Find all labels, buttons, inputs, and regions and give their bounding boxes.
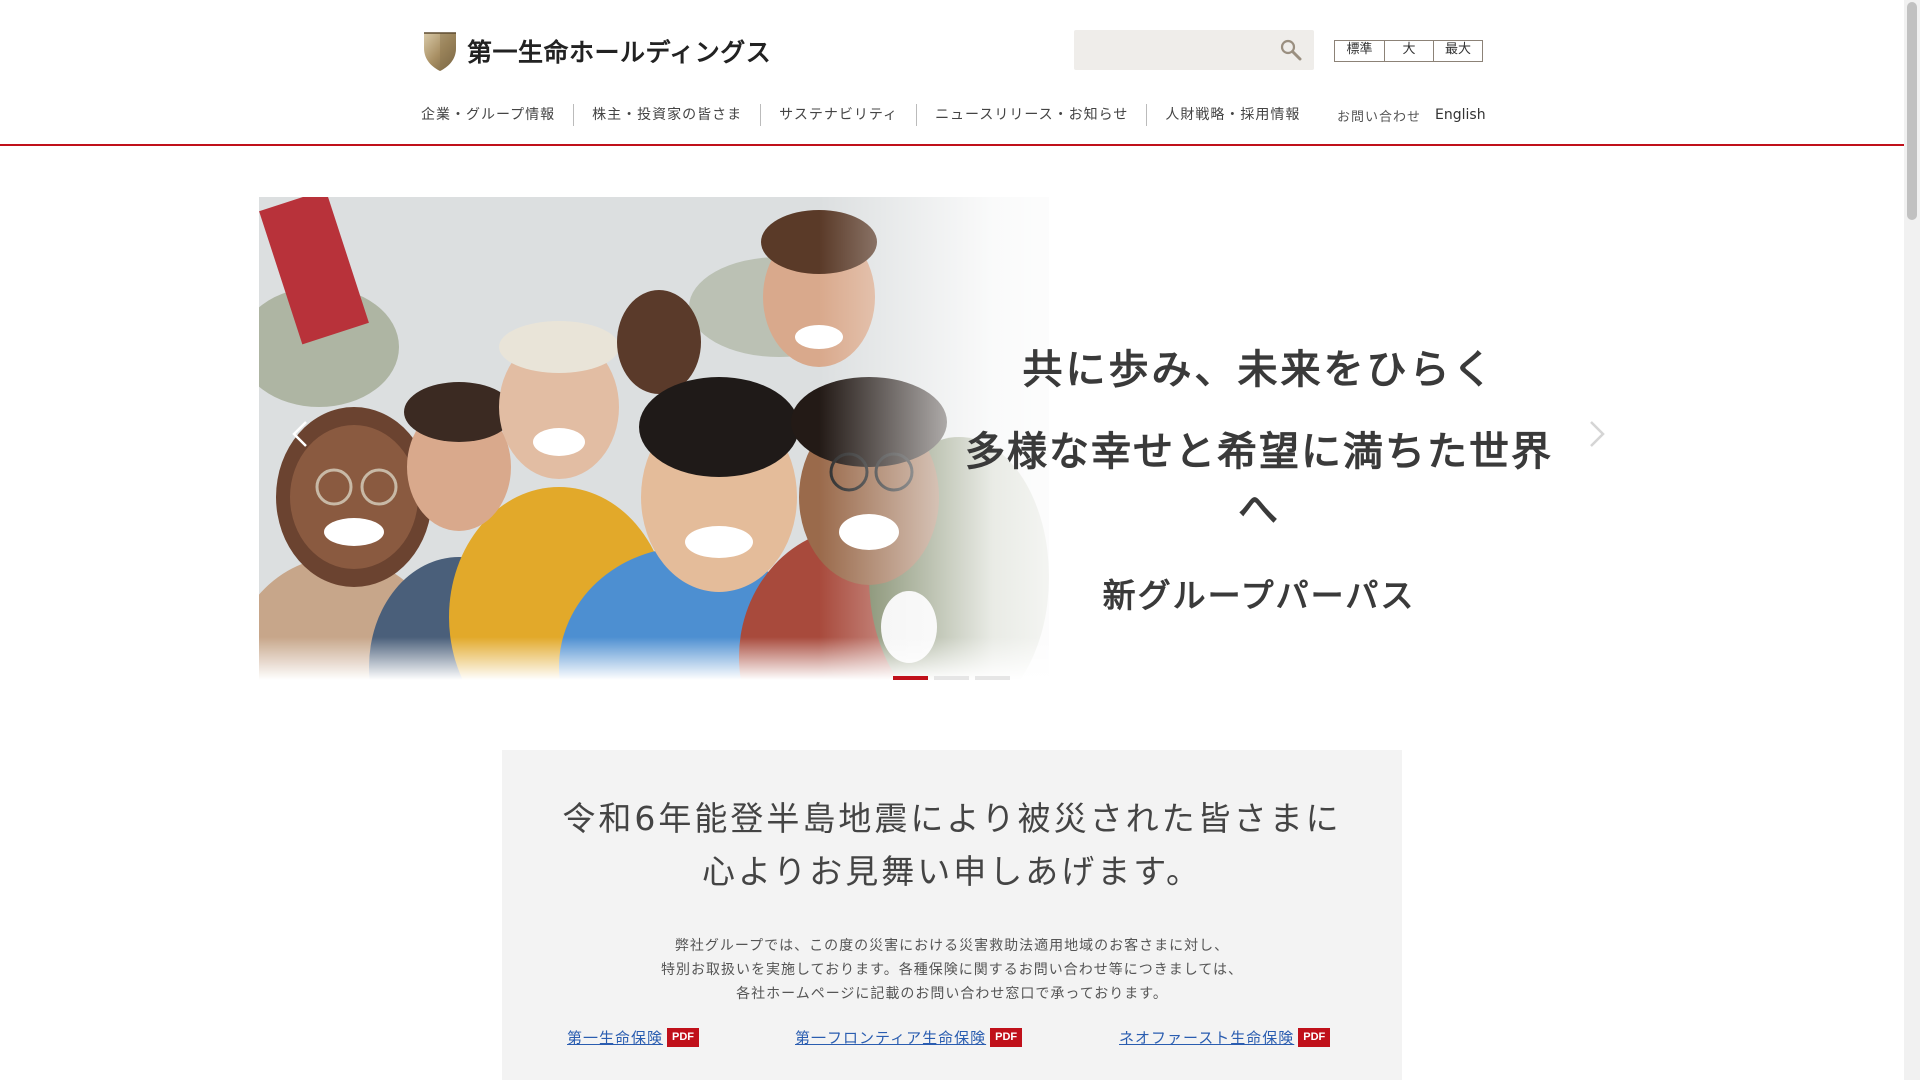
carousel-dot-1[interactable] <box>893 676 928 680</box>
nav-item-sustainability[interactable]: サステナビリティ <box>760 104 916 126</box>
hero-headline-1: 共に歩み、未来をひらく <box>1022 347 1496 393</box>
logo-text: 第一生命ホールディングス <box>467 38 772 67</box>
notice-body-line-3: 各社ホームページに記載のお問い合わせ窓口で承っております。 <box>736 986 1168 1002</box>
notice-title: 令和6年能登半島地震により被災された皆さまに 心よりお見舞い申しあげます。 <box>502 792 1402 898</box>
carousel-dot-2[interactable] <box>934 676 969 680</box>
notice-links: 第一生命保険 PDF 第一フロンティア生命保険 PDF ネオファースト生命保険 … <box>502 1027 1402 1049</box>
nav-item-recruit[interactable]: 人財戦略・採用情報 <box>1146 104 1300 126</box>
notice-title-line-2: 心よりお見舞い申しあげます。 <box>701 852 1203 891</box>
notice-title-line-1: 令和6年能登半島地震により被災された皆さまに <box>562 799 1342 838</box>
page-scrollbar[interactable] <box>1904 0 1920 1080</box>
nav-item-news[interactable]: ニュースリリース・お知らせ <box>916 104 1146 126</box>
contact-link[interactable]: お問い合わせ <box>1337 106 1421 125</box>
font-size-standard-button[interactable]: 標準 <box>1335 41 1384 61</box>
pdf-badge-icon: PDF <box>667 1028 700 1047</box>
hero-subheadline: 新グループパーパス <box>1102 576 1416 615</box>
global-nav: 企業・グループ情報 株主・投資家の皆さま サステナビリティ ニュースリリース・お… <box>421 104 1300 126</box>
link-dai-ichi-life[interactable]: 第一生命保険 PDF <box>567 1027 700 1048</box>
notice-body: 弊社グループでは、この度の災害における災害救助法適用地域のお客さまに対し、 特別… <box>502 934 1402 1006</box>
search-box <box>1074 30 1314 70</box>
pdf-badge-icon: PDF <box>1298 1028 1331 1047</box>
company-logo[interactable]: 第一生命ホールディングス <box>421 30 771 72</box>
site-header: 第一生命ホールディングス 標準 大 最大 企業・グループ情報 株主・投資家の皆さ… <box>0 0 1904 146</box>
link-neo-first-life[interactable]: ネオファースト生命保険 PDF <box>1119 1027 1331 1048</box>
search-input[interactable] <box>1074 30 1264 70</box>
nav-item-investors[interactable]: 株主・投資家の皆さま <box>573 104 760 126</box>
search-icon[interactable] <box>1280 39 1302 61</box>
earthquake-notice: 令和6年能登半島地震により被災された皆さまに 心よりお見舞い申しあげます。 弊社… <box>502 750 1402 1080</box>
link-dai-ichi-frontier-life[interactable]: 第一フロンティア生命保険 PDF <box>795 1027 1023 1048</box>
hero-copy: 共に歩み、未来をひらく 多様な幸せと希望に満ちた世界へ 新グループパーパス <box>959 337 1559 617</box>
pdf-badge-icon: PDF <box>990 1028 1023 1047</box>
font-size-large-button[interactable]: 大 <box>1384 41 1433 61</box>
carousel-next-arrow-icon[interactable] <box>1581 419 1611 449</box>
scrollbar-thumb[interactable] <box>1907 2 1917 220</box>
shield-logo-icon <box>424 32 456 71</box>
hero-carousel: 共に歩み、未来をひらく 多様な幸せと希望に満ちた世界へ 新グループパーパス <box>259 197 1646 680</box>
hero-bottom-fade <box>259 637 1109 680</box>
font-size-largest-button[interactable]: 最大 <box>1433 41 1482 61</box>
hero-headline-2: 多様な幸せと希望に満ちた世界へ <box>965 429 1553 533</box>
carousel-indicators <box>893 676 1010 680</box>
link-label: 第一フロンティア生命保険 <box>795 1029 987 1047</box>
english-link[interactable]: English <box>1435 107 1486 123</box>
carousel-prev-arrow-icon[interactable] <box>286 419 316 449</box>
font-size-switcher: 標準 大 最大 <box>1334 40 1483 62</box>
link-label: ネオファースト生命保険 <box>1119 1029 1295 1047</box>
notice-body-line-1: 弊社グループでは、この度の災害における災害救助法適用地域のお客さまに対し、 <box>674 938 1230 954</box>
utility-nav: お問い合わせ English <box>1337 104 1486 126</box>
notice-body-line-2: 特別お取扱いを実施しております。各種保険に関するお問い合わせ等につきましては、 <box>660 962 1244 978</box>
nav-item-corporate[interactable]: 企業・グループ情報 <box>421 104 573 126</box>
link-label: 第一生命保険 <box>567 1029 664 1047</box>
carousel-dot-3[interactable] <box>975 676 1010 680</box>
